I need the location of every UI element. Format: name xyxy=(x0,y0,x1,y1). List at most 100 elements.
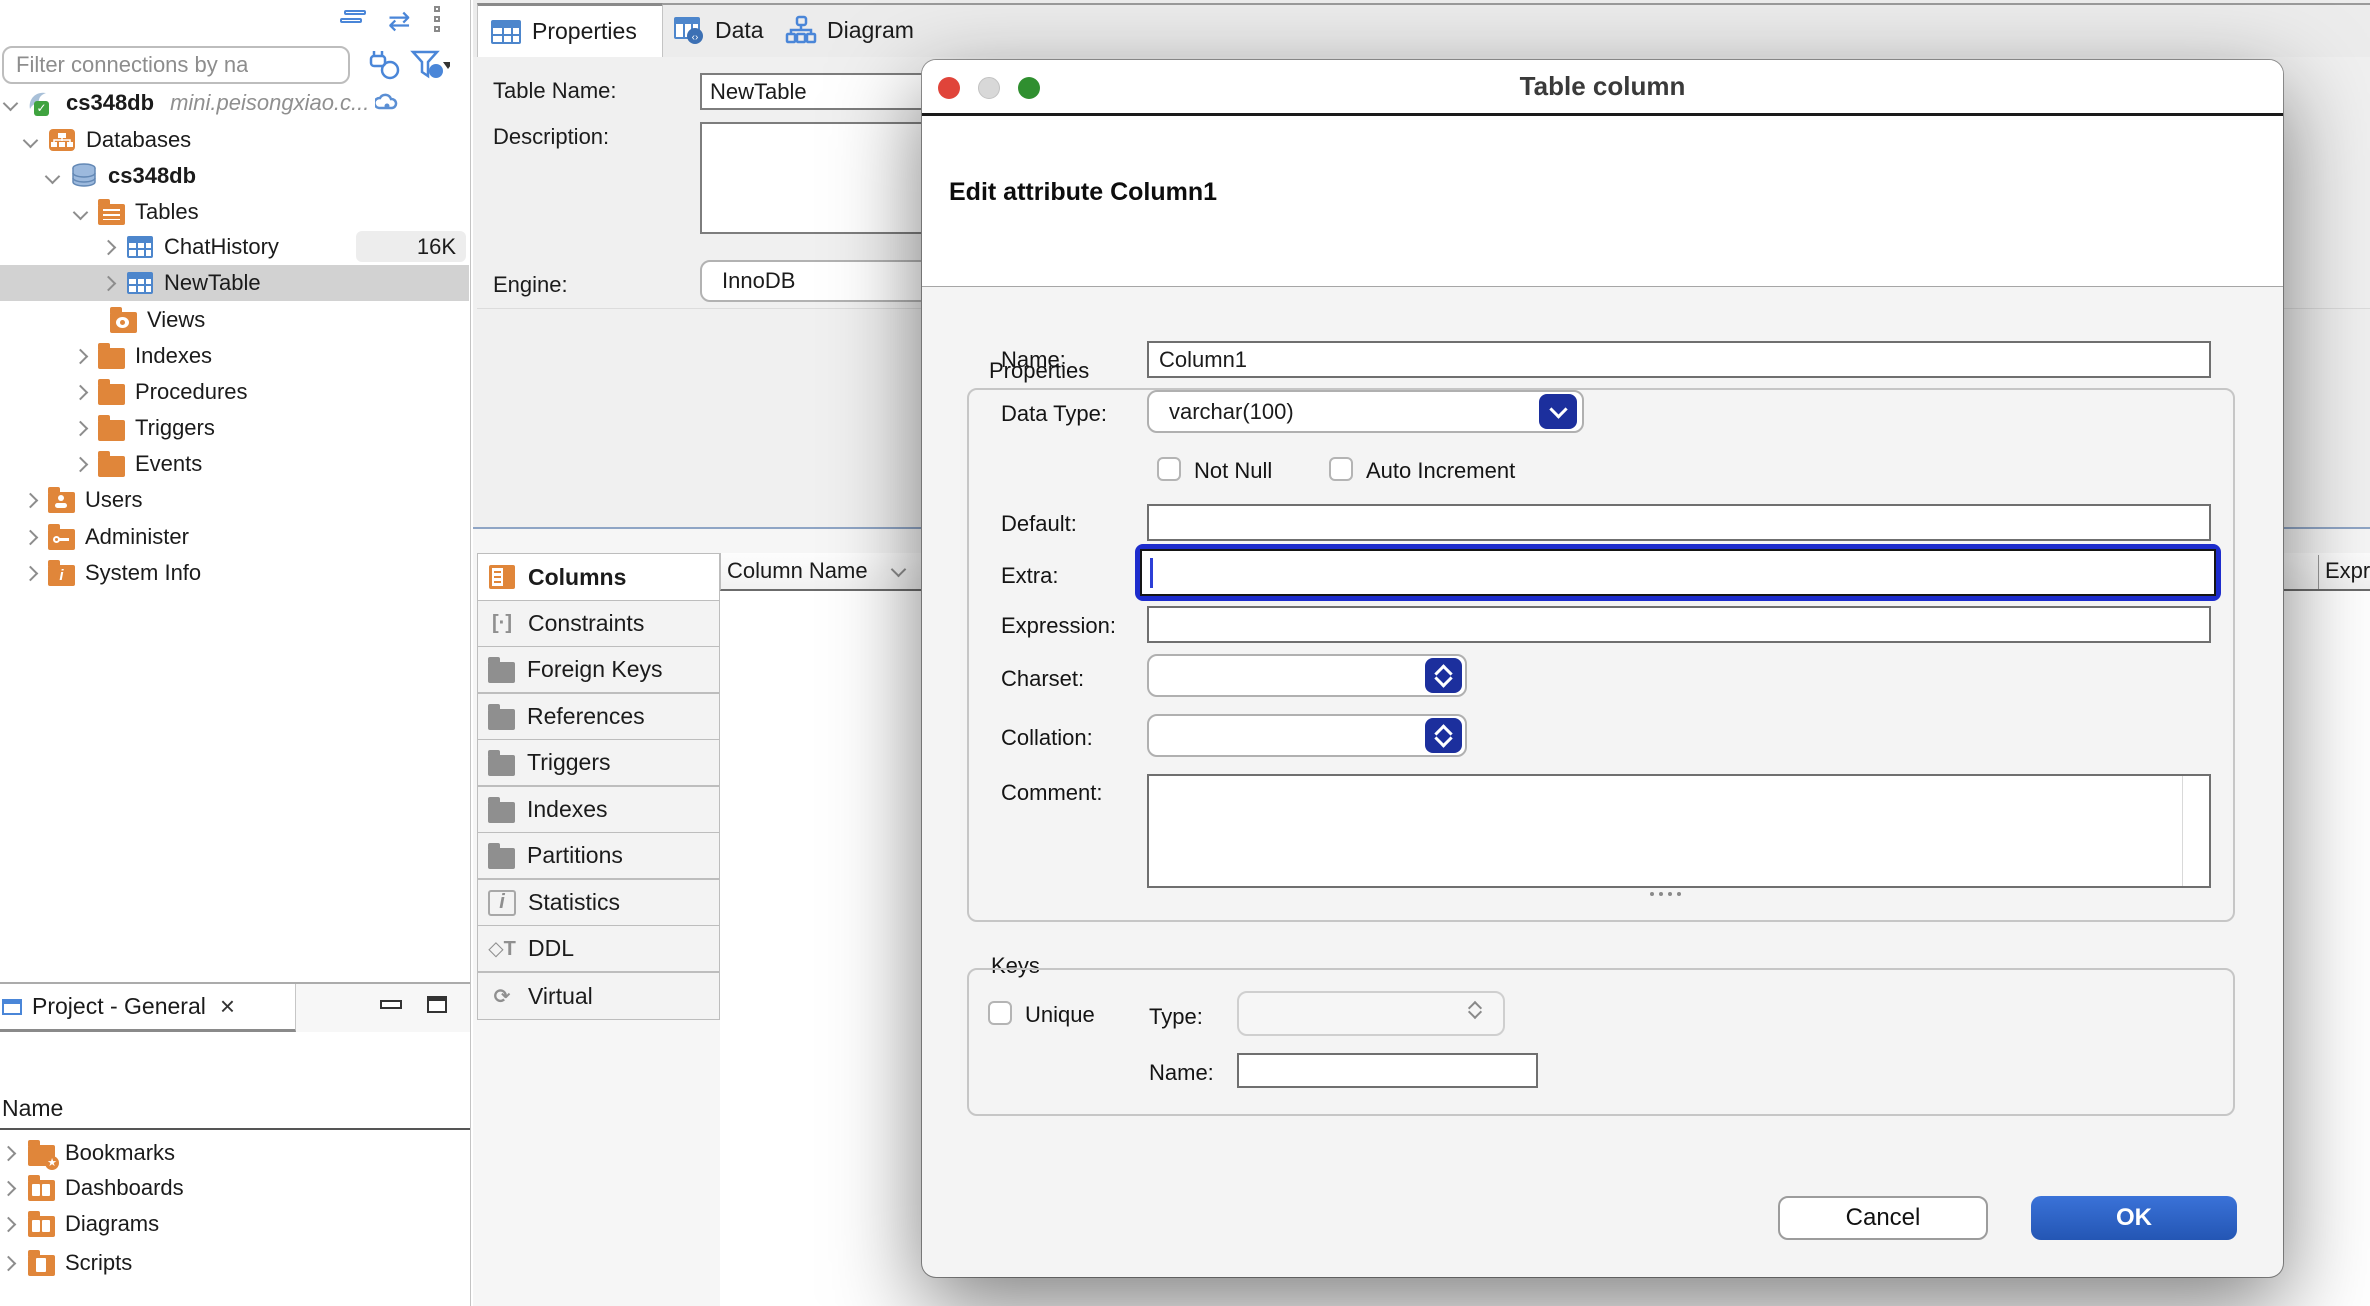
tree-item-bookmarks[interactable]: ★ Bookmarks xyxy=(3,1135,175,1171)
chevron-right-icon[interactable] xyxy=(73,348,89,364)
search-input[interactable]: Filter connections by na xyxy=(2,46,350,84)
charset-stepper-button[interactable] xyxy=(1425,658,1462,693)
chevron-down-icon[interactable] xyxy=(45,168,61,184)
charset-combo[interactable] xyxy=(1147,654,1467,697)
tree-item-database-cs348db[interactable]: cs348db xyxy=(47,158,196,194)
not-null-checkbox[interactable] xyxy=(1157,457,1181,481)
tree-item-connection[interactable]: ✓ cs348db mini.peisongxiao.c... xyxy=(5,85,399,121)
chevron-right-icon[interactable] xyxy=(73,456,89,472)
expression-header[interactable]: Expr xyxy=(2325,558,2370,584)
minimize-panel-icon[interactable] xyxy=(380,1000,402,1009)
chevron-right-icon[interactable] xyxy=(1,1255,17,1271)
subtab-triggers[interactable]: Triggers xyxy=(477,739,720,786)
tree-item-databases[interactable]: Databases xyxy=(25,122,191,158)
row-count-badge: 16K xyxy=(356,231,466,262)
tab-properties[interactable]: Properties xyxy=(477,3,663,57)
tables-folder-icon xyxy=(98,204,125,225)
cancel-button[interactable]: Cancel xyxy=(1778,1196,1988,1240)
subtab-ddl[interactable]: ◇T DDL xyxy=(477,925,720,972)
default-input[interactable] xyxy=(1147,504,2211,541)
ok-button[interactable]: OK xyxy=(2031,1196,2237,1240)
unique-checkbox[interactable] xyxy=(988,1001,1012,1025)
key-name-input[interactable] xyxy=(1237,1053,1538,1088)
chevron-right-icon[interactable] xyxy=(101,275,117,291)
subtab-constraints[interactable]: [·] Constraints xyxy=(477,600,720,647)
expression-label: Expression: xyxy=(1001,613,1116,639)
tree-item-indexes[interactable]: Indexes xyxy=(75,338,212,374)
column-name-header[interactable]: Column Name xyxy=(727,558,868,584)
chevron-down-icon[interactable] xyxy=(3,95,19,111)
key-type-combo-disabled[interactable] xyxy=(1237,991,1505,1036)
tree-label: System Info xyxy=(85,560,201,586)
tree-item-newtable[interactable]: NewTable xyxy=(103,265,261,301)
chevron-right-icon[interactable] xyxy=(101,239,117,255)
column-divider[interactable] xyxy=(2318,555,2319,589)
subtab-statistics[interactable]: i Statistics xyxy=(477,879,720,926)
collation-combo[interactable] xyxy=(1147,714,1467,757)
tab-diagram[interactable]: Diagram xyxy=(775,3,945,57)
tree-item-diagrams[interactable]: Diagrams xyxy=(3,1206,159,1242)
subtab-indexes[interactable]: Indexes xyxy=(477,786,720,833)
subtab-references[interactable]: References xyxy=(477,693,720,740)
chevron-right-icon[interactable] xyxy=(1,1145,17,1161)
data-table-icon: ‹› xyxy=(673,16,705,44)
dialog-titlebar[interactable]: Table column xyxy=(922,60,2283,116)
tree-item-dashboards[interactable]: Dashboards xyxy=(3,1170,184,1206)
subtab-partitions[interactable]: Partitions xyxy=(477,832,720,879)
collation-stepper-button[interactable] xyxy=(1425,718,1462,753)
chevron-right-icon[interactable] xyxy=(23,492,39,508)
tree-item-views[interactable]: Views xyxy=(110,302,205,338)
subtab-label: References xyxy=(527,703,645,730)
maximize-panel-icon[interactable] xyxy=(427,996,447,1013)
tree-item-events[interactable]: Events xyxy=(75,446,202,482)
connect-plug-icon[interactable] xyxy=(367,48,401,82)
column-name-input[interactable]: Column1 xyxy=(1147,341,2211,378)
tree-label: Triggers xyxy=(135,415,215,441)
filter-funnel-icon[interactable] xyxy=(410,48,450,82)
tree-item-users[interactable]: Users xyxy=(25,482,142,518)
tree-item-triggers[interactable]: Triggers xyxy=(75,410,215,446)
tree-item-procedures[interactable]: Procedures xyxy=(75,374,248,410)
tab-data[interactable]: ‹› Data xyxy=(663,3,785,57)
tree-label: Views xyxy=(147,307,205,333)
connection-host: mini.peisongxiao.c... xyxy=(170,90,369,116)
resize-grip-icon[interactable] xyxy=(1650,892,1681,896)
auto-increment-checkbox[interactable] xyxy=(1329,457,1353,481)
constraints-icon: [·] xyxy=(488,611,516,637)
tree-label: Indexes xyxy=(135,343,212,369)
expression-input[interactable] xyxy=(1147,606,2211,643)
auto-increment-label: Auto Increment xyxy=(1366,458,1515,484)
subtab-foreign-keys[interactable]: Foreign Keys xyxy=(477,646,720,693)
data-type-combo[interactable]: varchar(100) xyxy=(1147,390,1584,433)
chevron-right-icon[interactable] xyxy=(73,420,89,436)
tree-item-chathistory[interactable]: ChatHistory xyxy=(103,229,279,265)
view-menu-icon[interactable] xyxy=(434,6,440,32)
system-info-folder-icon: i xyxy=(48,565,75,586)
chevron-right-icon[interactable] xyxy=(73,384,89,400)
close-icon[interactable]: × xyxy=(220,991,235,1022)
chevron-down-icon[interactable] xyxy=(73,204,89,220)
chevron-right-icon[interactable] xyxy=(1,1216,17,1232)
tree-item-scripts[interactable]: Scripts xyxy=(3,1245,132,1281)
data-type-dropdown-button[interactable] xyxy=(1539,394,1577,429)
name-label: Name: xyxy=(1001,347,1066,373)
subtab-virtual[interactable]: ⟳ Virtual xyxy=(477,972,720,1020)
tab-label: Diagram xyxy=(827,17,914,44)
extra-input-focused[interactable] xyxy=(1135,544,2221,601)
tree-item-system-info[interactable]: i System Info xyxy=(25,555,201,591)
chevron-right-icon[interactable] xyxy=(23,565,39,581)
tab-project-general[interactable]: Project - General × xyxy=(0,984,296,1032)
virtual-icon: ⟳ xyxy=(488,983,516,1009)
subtab-columns[interactable]: Columns xyxy=(477,553,720,601)
comment-textarea[interactable] xyxy=(1147,774,2211,888)
cloud-icon xyxy=(375,92,399,114)
engine-label: Engine: xyxy=(493,272,568,298)
tree-item-administer[interactable]: Administer xyxy=(25,519,189,555)
chevron-down-icon[interactable] xyxy=(23,132,39,148)
chevron-right-icon[interactable] xyxy=(1,1180,17,1196)
chevron-right-icon[interactable] xyxy=(23,529,39,545)
ddl-icon: ◇T xyxy=(488,936,516,962)
link-with-editor-icon[interactable]: ⇄ xyxy=(388,8,411,35)
project-name-header[interactable]: Name xyxy=(0,1088,470,1130)
tree-item-tables[interactable]: Tables xyxy=(75,194,199,230)
